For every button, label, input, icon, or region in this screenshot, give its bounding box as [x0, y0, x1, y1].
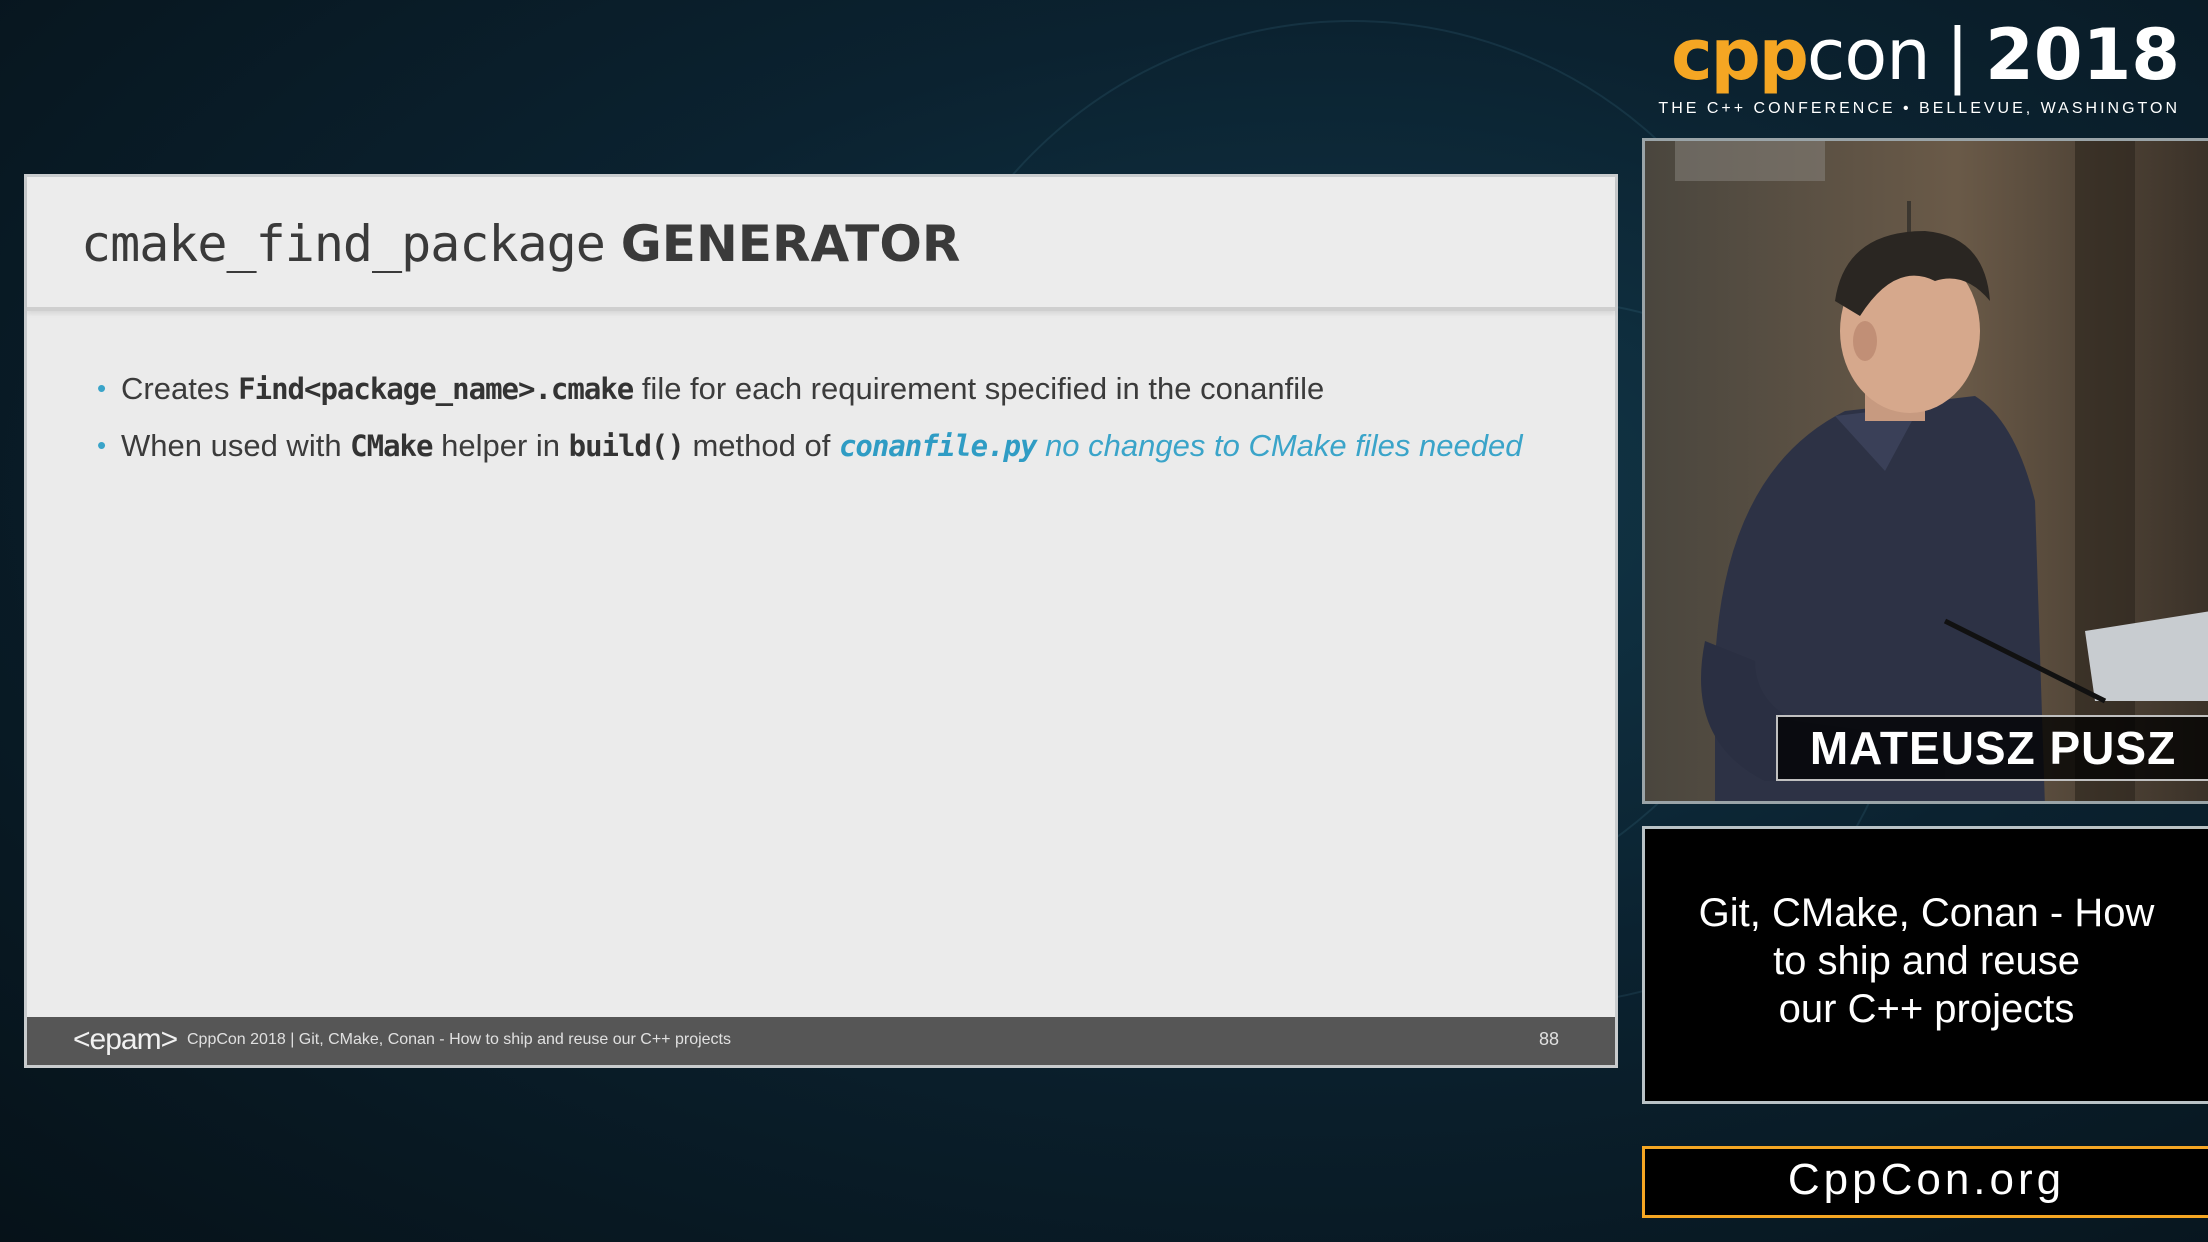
bullet-code: CMake [350, 429, 433, 463]
bullet-text: Creates [121, 371, 239, 406]
slide-title-code: cmake_find_package [81, 215, 606, 273]
bullet-code: Find<package_name>.cmake [238, 372, 634, 406]
slide-footer: <epam> CppCon 2018 | Git, CMake, Conan -… [27, 1017, 1615, 1065]
speaker-name-label: MATEUSZ PUSZ [1776, 715, 2208, 781]
talk-title-box: Git, CMake, Conan - How to ship and reus… [1642, 826, 2208, 1104]
talk-title: Git, CMake, Conan - How to ship and reus… [1698, 891, 2155, 1031]
logo-year: 2018 [1985, 14, 2180, 96]
bullet-item: • Creates Find<package_name>.cmake file … [97, 360, 1522, 417]
bullet-code: build() [568, 429, 685, 463]
bullet-list: • Creates Find<package_name>.cmake file … [97, 360, 1522, 474]
footer-caption: CppCon 2018 | Git, CMake, Conan - How to… [187, 1031, 731, 1048]
bullet-dot-icon: • [97, 430, 107, 460]
speaker-video: MATEUSZ PUSZ [1642, 138, 2208, 804]
slide-title: cmake_find_package GENERATOR [81, 215, 960, 273]
bullet-accent-code: conanfile.py [838, 429, 1038, 463]
bullet-text: helper in [432, 428, 569, 463]
slide-title-bold: GENERATOR [620, 215, 961, 273]
presentation-slide: cmake_find_package GENERATOR • Creates F… [24, 174, 1618, 1068]
bullet-dot-icon: • [97, 373, 107, 403]
slide-page-number: 88 [1538, 1029, 1559, 1049]
cppcon-logo: cppcon | 2018 THE C++ CONFERENCE • BELLEVU… [1658, 14, 2180, 118]
bullet-accent-text: no changes to CMake files needed [1036, 428, 1523, 463]
logo-cpp: cpp [1671, 14, 1809, 96]
bullet-text: When used with [121, 428, 351, 463]
logo-con: con [1806, 14, 1931, 96]
logo-subtitle: THE C++ CONFERENCE • BELLEVUE, WASHINGTO… [1658, 100, 2180, 117]
logo-separator: | [1945, 14, 1970, 96]
bullet-text: file for each requirement specified in t… [633, 371, 1325, 406]
epam-logo: <epam> [73, 1023, 178, 1056]
bullet-item: • When used with CMake helper in build()… [97, 417, 1522, 474]
slide-header: cmake_find_package GENERATOR [27, 177, 1615, 311]
site-url: CppCon.org [1787, 1155, 2066, 1204]
site-url-box: CppCon.org [1642, 1146, 2208, 1218]
speaker-image [1645, 141, 2208, 801]
bullet-text: method of [683, 428, 839, 463]
